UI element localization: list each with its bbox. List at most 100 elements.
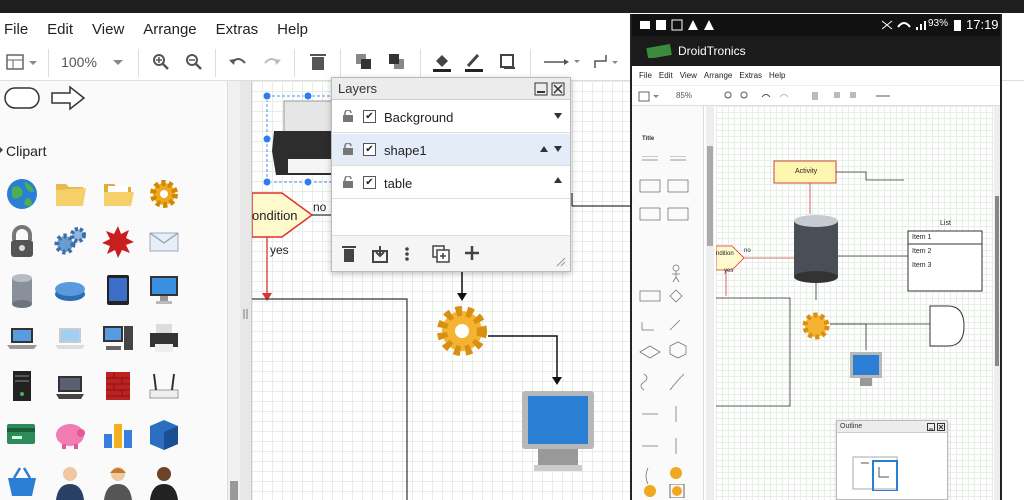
- menu-file[interactable]: File: [4, 21, 28, 38]
- database-icon[interactable]: [4, 272, 40, 308]
- phone-menu-extras[interactable]: Extras: [739, 71, 762, 80]
- zoom-out-icon[interactable]: [183, 51, 205, 73]
- router-icon[interactable]: [52, 272, 88, 308]
- unlock-icon[interactable]: [342, 176, 354, 188]
- to-front-icon[interactable]: [352, 51, 376, 73]
- user-icon[interactable]: [146, 464, 182, 500]
- phone-gear-icons[interactable]: [638, 484, 698, 498]
- outline-minimize-icon[interactable]: [927, 423, 935, 431]
- desktop-computer-icon[interactable]: [100, 320, 136, 356]
- box-icon[interactable]: [146, 416, 182, 452]
- phone-sidebar-scrollbar[interactable]: [706, 106, 714, 500]
- resize-handle[interactable]: [262, 177, 272, 187]
- phone-page-view-icon[interactable]: [638, 91, 662, 102]
- zoom-select[interactable]: 100%: [58, 51, 128, 73]
- monitor-icon[interactable]: [146, 272, 182, 308]
- phone-toolbar-icons[interactable]: [724, 91, 904, 102]
- menu-arrange[interactable]: Arrange: [143, 21, 196, 38]
- move-down-icon[interactable]: [554, 146, 562, 152]
- wireless-router-icon[interactable]: [146, 368, 182, 404]
- unlock-icon[interactable]: [342, 143, 354, 155]
- businessman-icon[interactable]: [52, 464, 88, 500]
- phone-menu-file[interactable]: File: [639, 71, 652, 80]
- close-icon[interactable]: [551, 82, 565, 96]
- phone-menu-view[interactable]: View: [680, 71, 697, 80]
- tablet-icon[interactable]: [100, 272, 136, 308]
- phone-canvas-scrollbar[interactable]: [994, 106, 1000, 500]
- add-layer-icon[interactable]: [464, 245, 480, 261]
- waypoint-style-icon[interactable]: [590, 51, 624, 73]
- gear-shape[interactable]: [437, 306, 487, 356]
- move-down-icon[interactable]: [554, 113, 562, 119]
- list-item[interactable]: Item 3: [912, 262, 931, 269]
- phone-shape-palette[interactable]: [638, 156, 698, 486]
- phone-condition-diamond[interactable]: [716, 245, 745, 271]
- unlock-icon[interactable]: [342, 110, 354, 122]
- credit-card-icon[interactable]: [4, 416, 40, 452]
- clipart-section-header[interactable]: Clipart: [0, 137, 228, 163]
- phone-connector[interactable]: [830, 323, 867, 350]
- layer-row-background[interactable]: ✔ Background: [332, 101, 570, 133]
- phone-monitor-shape[interactable]: [850, 352, 882, 386]
- undo-icon[interactable]: [226, 51, 250, 73]
- delete-layer-icon[interactable]: [342, 245, 356, 263]
- resize-grip-icon[interactable]: [554, 255, 566, 267]
- globe-icon[interactable]: [4, 176, 40, 212]
- duplicate-layer-icon[interactable]: [432, 245, 450, 263]
- ellipse-shape-icon[interactable]: [4, 87, 40, 109]
- layer-visible-checkbox[interactable]: ✔: [363, 110, 376, 123]
- and-gate-shape[interactable]: [929, 305, 965, 347]
- outline-preview[interactable]: [851, 445, 901, 491]
- folder-icon[interactable]: [52, 176, 88, 212]
- menu-extras[interactable]: Extras: [216, 21, 259, 38]
- gear-icon[interactable]: [146, 176, 182, 212]
- printer-icon[interactable]: [146, 320, 182, 356]
- phone-menu-arrange[interactable]: Arrange: [704, 71, 732, 80]
- sidebar-resize-handle[interactable]: [240, 81, 252, 500]
- businesswoman-icon[interactable]: [100, 464, 136, 500]
- layer-row-shape1[interactable]: ✔ shape1: [332, 134, 570, 166]
- firewall-icon[interactable]: [100, 368, 136, 404]
- lock-icon[interactable]: [4, 224, 40, 260]
- menu-view[interactable]: View: [92, 21, 124, 38]
- list-item[interactable]: Item 2: [912, 248, 931, 255]
- laptop-icon[interactable]: [4, 320, 40, 356]
- sidebar-scrollbar[interactable]: [228, 81, 240, 500]
- shopping-basket-icon[interactable]: [4, 464, 40, 500]
- server-icon[interactable]: [4, 368, 40, 404]
- shadow-icon[interactable]: [496, 51, 520, 73]
- resize-handle[interactable]: [303, 177, 313, 187]
- outline-header[interactable]: Outline: [837, 421, 947, 433]
- layer-row-table[interactable]: ✔ table: [332, 167, 570, 199]
- monitor-shape[interactable]: [522, 391, 594, 471]
- gears-icon[interactable]: [52, 224, 88, 260]
- layers-header[interactable]: Layers: [332, 78, 570, 100]
- virus-icon[interactable]: [100, 224, 136, 260]
- mail-icon[interactable]: [146, 224, 182, 260]
- list-item[interactable]: Item 1: [912, 234, 931, 241]
- move-up-icon[interactable]: [540, 146, 548, 152]
- phone-scroll-thumb[interactable]: [707, 146, 713, 246]
- fill-color-icon[interactable]: [430, 51, 454, 73]
- phone-menu-help[interactable]: Help: [769, 71, 785, 80]
- to-back-icon[interactable]: [385, 51, 409, 73]
- page-view-icon[interactable]: [4, 51, 40, 73]
- minimize-icon[interactable]: [534, 82, 548, 96]
- piggy-bank-icon[interactable]: [52, 416, 88, 452]
- outline-close-icon[interactable]: [937, 423, 945, 431]
- resize-handle[interactable]: [262, 134, 272, 144]
- laptop-white-icon[interactable]: [52, 320, 88, 356]
- menu-edit[interactable]: Edit: [47, 21, 73, 38]
- phone-database-shape[interactable]: [794, 215, 838, 283]
- more-options-icon[interactable]: [404, 245, 410, 263]
- move-up-icon[interactable]: [554, 177, 562, 183]
- phone-connector[interactable]: [836, 171, 904, 181]
- phone-canvas-scroll-thumb[interactable]: [995, 196, 999, 366]
- redo-icon[interactable]: [260, 51, 284, 73]
- workstation-icon[interactable]: [52, 368, 88, 404]
- phone-gear-shape[interactable]: [802, 312, 830, 340]
- sidebar-scrollbar-thumb[interactable]: [230, 481, 238, 500]
- delete-icon[interactable]: [306, 51, 330, 73]
- folder-open-icon[interactable]: [100, 176, 136, 212]
- line-color-icon[interactable]: [462, 51, 486, 73]
